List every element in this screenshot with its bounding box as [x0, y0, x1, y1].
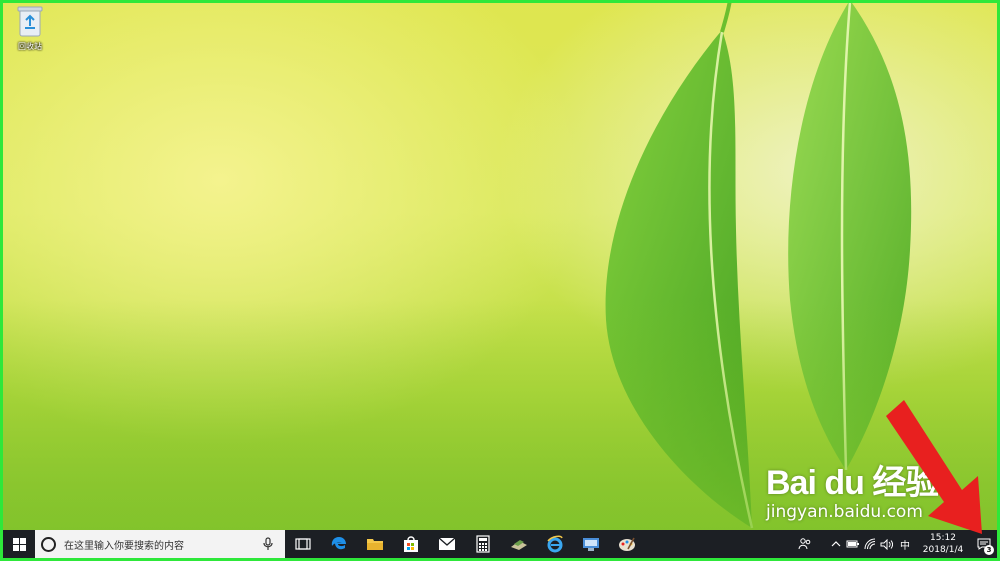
- taskbar: 在这里输入你要搜索的内容 中 15:12 2018/1/4 3: [3, 530, 997, 558]
- cortana-icon: [41, 536, 56, 552]
- paint-button[interactable]: [609, 530, 645, 558]
- notification-count-badge: 3: [984, 545, 994, 555]
- app-2-button[interactable]: [573, 530, 609, 558]
- folder-icon: [367, 539, 383, 550]
- input-method-indicator[interactable]: 中: [895, 537, 915, 552]
- microphone-icon[interactable]: [261, 537, 275, 551]
- edge-icon: [331, 537, 346, 550]
- task-view-button[interactable]: [285, 530, 321, 558]
- calculator-button[interactable]: [465, 530, 501, 558]
- clock-date: 2018/1/4: [922, 545, 964, 555]
- ie-icon: [547, 535, 563, 553]
- wifi-icon: [864, 538, 875, 550]
- battery-icon: [846, 540, 859, 548]
- paint-icon: [619, 537, 635, 551]
- recycle-bin-icon: [17, 6, 43, 37]
- edge-button[interactable]: [321, 530, 357, 558]
- red-arrow-icon: [886, 400, 982, 534]
- recycle-bin-label: 回收站: [18, 42, 42, 51]
- app-button[interactable]: [501, 530, 537, 558]
- store-bag-icon: [404, 536, 418, 552]
- speaker-icon: [880, 538, 893, 550]
- battery-button[interactable]: [844, 530, 861, 558]
- top-border-line: [503, 0, 1000, 3]
- store-button[interactable]: [393, 530, 429, 558]
- search-placeholder: 在这里输入你要搜索的内容: [64, 540, 184, 552]
- mail-button[interactable]: [429, 530, 465, 558]
- app-icon: [583, 538, 599, 551]
- internet-explorer-button[interactable]: [537, 530, 573, 558]
- network-button[interactable]: [861, 530, 878, 558]
- chevron-up-icon: [831, 541, 840, 547]
- taskbar-search-box[interactable]: 在这里输入你要搜索的内容: [35, 530, 285, 558]
- calculator-icon: [476, 535, 490, 553]
- app-icon: [511, 540, 527, 550]
- desktop[interactable]: 回收站: [0, 0, 1000, 530]
- task-view-icon: [295, 538, 311, 550]
- people-button[interactable]: [796, 530, 813, 558]
- start-button[interactable]: [3, 530, 35, 558]
- windows-logo-icon: [12, 537, 26, 551]
- recycle-bin-shortcut[interactable]: 回收站: [8, 4, 52, 60]
- show-hidden-icons-button[interactable]: [827, 530, 844, 558]
- mail-icon: [438, 537, 456, 550]
- people-icon: [798, 538, 810, 550]
- file-explorer-button[interactable]: [357, 530, 393, 558]
